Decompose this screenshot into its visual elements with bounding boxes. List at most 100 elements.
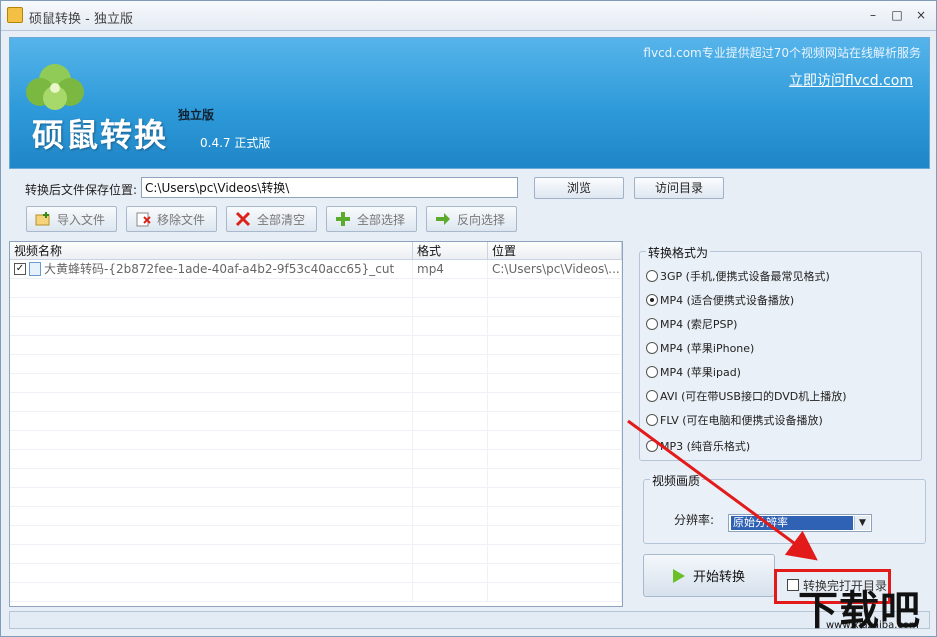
format-group: 转换格式为 3GP (手机,便携式设备最常见格式) MP4 (适合便携式设备播放… <box>639 244 922 461</box>
import-file-button[interactable]: 导入文件 <box>26 206 117 232</box>
window-title: 硕鼠转换 - 独立版 <box>29 12 133 27</box>
empty-row <box>10 431 622 450</box>
visit-flvcd-link[interactable]: 立即访问flvcd.com <box>789 70 913 90</box>
empty-cell <box>413 393 488 411</box>
start-convert-label: 开始转换 <box>692 570 745 585</box>
radio-flv[interactable] <box>646 414 658 426</box>
empty-cell <box>488 336 622 354</box>
empty-cell <box>413 279 488 297</box>
open-directory-button[interactable]: 访问目录 <box>634 177 724 199</box>
radio-iphone[interactable] <box>646 342 658 354</box>
remove-file-button[interactable]: 移除文件 <box>126 206 217 232</box>
empty-cell <box>413 488 488 506</box>
format-option-ipad[interactable]: MP4 (苹果ipad) <box>646 364 741 380</box>
empty-cell <box>10 469 413 487</box>
format-label-ipad: MP4 (苹果ipad) <box>660 366 741 379</box>
resolution-select[interactable]: 原始分辨率 ▼ <box>728 514 872 532</box>
empty-cell <box>413 431 488 449</box>
empty-cell <box>10 431 413 449</box>
empty-row <box>10 279 622 298</box>
import-file-label: 导入文件 <box>57 212 106 227</box>
file-name: 大黄蜂转码-{2b872fee-1ade-40af-a4b2-9f53c40ac… <box>44 261 395 276</box>
format-label-mp4: MP4 (适合便携式设备播放) <box>660 294 795 307</box>
empty-row <box>10 374 622 393</box>
empty-cell <box>10 298 413 316</box>
empty-cell <box>488 450 622 468</box>
empty-row <box>10 469 622 488</box>
close-button[interactable]: × <box>910 5 932 25</box>
format-option-flv[interactable]: FLV (可在电脑和便携式设备播放) <box>646 412 823 428</box>
empty-cell <box>10 583 413 601</box>
format-option-mp3[interactable]: MP3 (纯音乐格式) <box>646 438 750 454</box>
video-file-icon <box>29 262 41 276</box>
column-header-name[interactable]: 视频名称 <box>10 242 413 259</box>
empty-cell <box>488 507 622 525</box>
empty-cell <box>488 526 622 544</box>
empty-cell <box>413 355 488 373</box>
format-option-avi[interactable]: AVI (可在带USB接口的DVD机上播放) <box>646 388 847 404</box>
empty-row <box>10 450 622 469</box>
empty-cell <box>488 583 622 601</box>
empty-cell <box>10 488 413 506</box>
format-option-iphone[interactable]: MP4 (苹果iPhone) <box>646 340 754 356</box>
empty-cell <box>413 374 488 392</box>
clear-all-label: 全部清空 <box>257 212 306 227</box>
radio-3gp[interactable] <box>646 270 658 282</box>
empty-cell <box>488 488 622 506</box>
browse-button[interactable]: 浏览 <box>534 177 624 199</box>
radio-avi[interactable] <box>646 390 658 402</box>
chevron-down-icon[interactable]: ▼ <box>854 516 870 530</box>
format-label-3gp: 3GP (手机,便携式设备最常见格式) <box>660 270 830 283</box>
radio-ipad[interactable] <box>646 366 658 378</box>
format-label-iphone: MP4 (苹果iPhone) <box>660 342 755 355</box>
radio-mp3[interactable] <box>646 440 658 452</box>
empty-cell <box>10 526 413 544</box>
empty-row <box>10 545 622 564</box>
file-format-cell: mp4 <box>413 260 488 278</box>
invert-selection-button[interactable]: 反向选择 <box>426 206 517 232</box>
app-icon <box>7 7 23 23</box>
table-row[interactable]: ✓ 大黄蜂转码-{2b872fee-1ade-40af-a4b2-9f53c40… <box>10 260 622 279</box>
maximize-button[interactable]: □ <box>886 5 908 25</box>
empty-rows <box>10 279 622 602</box>
radio-psp[interactable] <box>646 318 658 330</box>
empty-cell <box>488 412 622 430</box>
format-option-3gp[interactable]: 3GP (手机,便携式设备最常见格式) <box>646 268 830 284</box>
empty-cell <box>10 393 413 411</box>
minimize-button[interactable]: – <box>862 5 884 25</box>
file-list[interactable]: 视频名称 格式 位置 ✓ 大黄蜂转码-{2b872fee-1ade-40af-a… <box>9 241 623 607</box>
empty-cell <box>413 469 488 487</box>
empty-row <box>10 583 622 602</box>
format-label-psp: MP4 (索尼PSP) <box>660 318 738 331</box>
header-banner: 硕鼠转换 独立版 0.4.7 正式版 flvcd.com专业提供超过70个视频网… <box>9 37 930 169</box>
play-icon <box>672 568 685 583</box>
output-path-input[interactable] <box>141 177 518 198</box>
select-all-button[interactable]: 全部选择 <box>326 206 417 232</box>
column-header-format[interactable]: 格式 <box>413 242 488 259</box>
window-controls: – □ × <box>862 5 932 25</box>
plus-icon <box>336 212 350 226</box>
column-header-location[interactable]: 位置 <box>488 242 622 259</box>
remove-file-label: 移除文件 <box>157 212 206 227</box>
empty-row <box>10 526 622 545</box>
empty-cell <box>488 279 622 297</box>
format-option-psp[interactable]: MP4 (索尼PSP) <box>646 316 737 332</box>
clear-all-button[interactable]: 全部清空 <box>226 206 317 232</box>
empty-cell <box>413 298 488 316</box>
empty-cell <box>413 545 488 563</box>
resolution-label: 分辨率: <box>674 513 715 527</box>
empty-cell <box>10 412 413 430</box>
empty-cell <box>413 336 488 354</box>
empty-row <box>10 412 622 431</box>
radio-mp4[interactable] <box>646 294 658 306</box>
empty-row <box>10 564 622 583</box>
empty-cell <box>488 431 622 449</box>
format-option-mp4[interactable]: MP4 (适合便携式设备播放) <box>646 292 794 308</box>
empty-row <box>10 393 622 412</box>
empty-row <box>10 298 622 317</box>
invert-selection-label: 反向选择 <box>457 212 506 227</box>
file-checkbox[interactable]: ✓ <box>14 263 26 275</box>
empty-cell <box>488 317 622 335</box>
start-convert-button[interactable]: 开始转换 <box>643 554 775 597</box>
empty-row <box>10 336 622 355</box>
